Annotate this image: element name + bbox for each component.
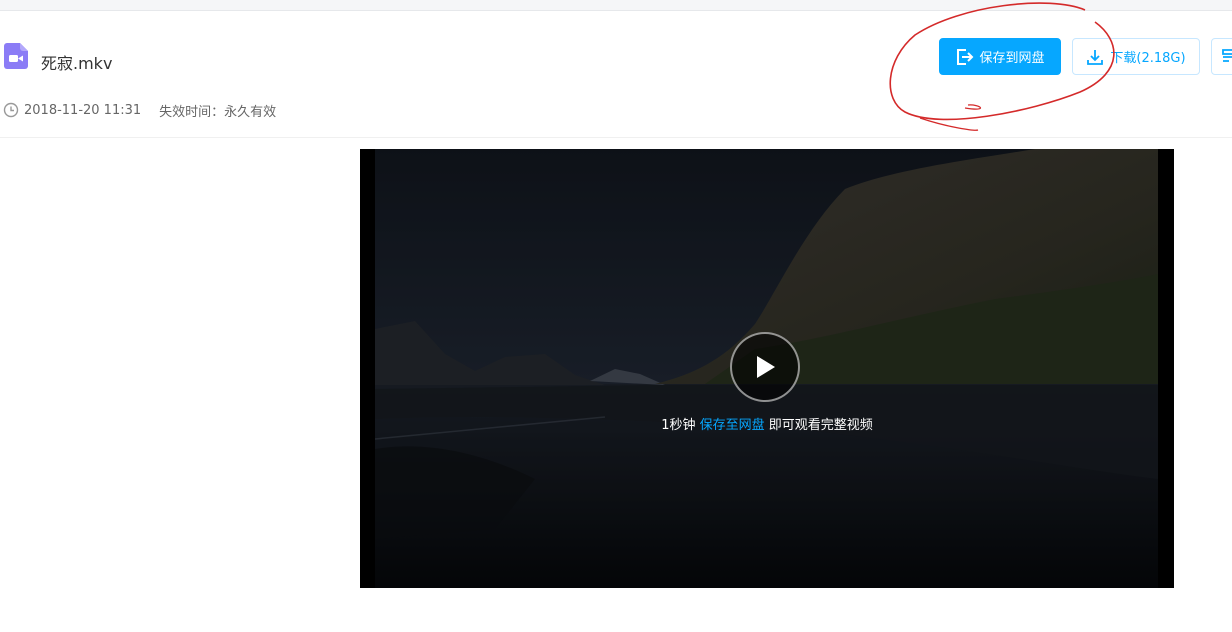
more-icon bbox=[1222, 48, 1232, 62]
video-player[interactable]: 1秒钟 保存至网盘 即可观看完整视频 bbox=[360, 149, 1174, 588]
download-icon bbox=[1087, 49, 1104, 65]
save-button-label: 保存到网盘 bbox=[979, 51, 1045, 66]
video-file-icon bbox=[4, 43, 28, 69]
clock-icon bbox=[3, 102, 19, 118]
play-icon bbox=[757, 356, 775, 378]
save-to-netdisk-button[interactable]: 保存到网盘 bbox=[939, 38, 1061, 75]
expire-time: 失效时间：永久有效 bbox=[159, 104, 277, 120]
save-to-netdisk-link[interactable]: 保存至网盘 bbox=[700, 418, 765, 433]
download-button[interactable]: 下载(2.18G) bbox=[1072, 38, 1200, 75]
download-button-label: 下载(2.18G) bbox=[1110, 51, 1186, 66]
play-button[interactable] bbox=[730, 332, 800, 402]
file-meta: 2018-11-20 11:31 失效时间：永久有效 bbox=[3, 101, 277, 120]
more-button[interactable] bbox=[1211, 38, 1232, 75]
top-strip bbox=[0, 0, 1232, 11]
player-message-suffix: 即可观看完整视频 bbox=[768, 418, 873, 433]
share-date: 2018-11-20 11:31 bbox=[24, 102, 142, 118]
save-icon bbox=[957, 48, 974, 65]
player-message-prefix: 1秒钟 bbox=[661, 418, 696, 433]
player-message: 1秒钟 保存至网盘 即可观看完整视频 bbox=[360, 414, 1174, 433]
divider bbox=[0, 137, 1232, 138]
file-name: 死寂.mkv bbox=[41, 54, 113, 73]
